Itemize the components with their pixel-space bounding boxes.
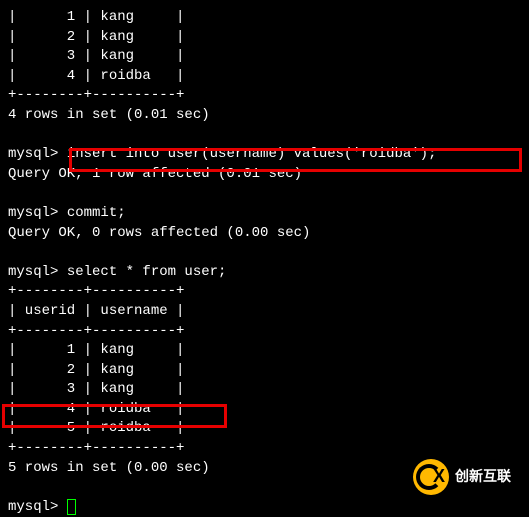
- table-row: | 2 | kang |: [8, 361, 521, 381]
- table-row: | 4 | roidba |: [8, 67, 521, 87]
- table-row: | 3 | kang |: [8, 47, 521, 67]
- blank-line: [8, 243, 521, 263]
- logo-text: 创新互联: [455, 467, 511, 487]
- table-row: | 5 | roidba |: [8, 419, 521, 439]
- mysql-prompt: mysql>: [8, 205, 67, 221]
- sql-select-command[interactable]: select * from user;: [67, 264, 227, 280]
- query-result: 4 rows in set (0.01 sec): [8, 106, 521, 126]
- table-border: +--------+----------+: [8, 86, 521, 106]
- mysql-prompt: mysql>: [8, 499, 67, 515]
- query-result: Query OK, 1 row affected (0.01 sec): [8, 165, 521, 185]
- cursor-icon: [67, 499, 76, 515]
- table-border: +--------+----------+: [8, 282, 521, 302]
- table-row: | 2 | kang |: [8, 28, 521, 48]
- mysql-prompt-line[interactable]: mysql>: [8, 498, 521, 517]
- mysql-prompt: mysql>: [8, 146, 67, 162]
- blank-line: [8, 126, 521, 146]
- logo-icon: [413, 459, 449, 495]
- sql-commit-command[interactable]: commit;: [67, 205, 126, 221]
- blank-line: [8, 184, 521, 204]
- table-row: | 1 | kang |: [8, 8, 521, 28]
- mysql-prompt: mysql>: [8, 264, 67, 280]
- mysql-prompt-line: mysql> select * from user;: [8, 263, 521, 283]
- sql-insert-command[interactable]: insert into user(username) values('roidb…: [67, 146, 437, 162]
- table-row: | 3 | kang |: [8, 380, 521, 400]
- mysql-prompt-line: mysql> insert into user(username) values…: [8, 145, 521, 165]
- watermark-logo: 创新互联: [413, 459, 511, 495]
- terminal-output: | 1 | kang | | 2 | kang | | 3 | kang | |…: [8, 8, 521, 517]
- mysql-prompt-line: mysql> commit;: [8, 204, 521, 224]
- table-row: | 1 | kang |: [8, 341, 521, 361]
- table-row: | 4 | roidba |: [8, 400, 521, 420]
- table-border: +--------+----------+: [8, 439, 521, 459]
- query-result: Query OK, 0 rows affected (0.00 sec): [8, 224, 521, 244]
- table-border: +--------+----------+: [8, 322, 521, 342]
- table-header: | userid | username |: [8, 302, 521, 322]
